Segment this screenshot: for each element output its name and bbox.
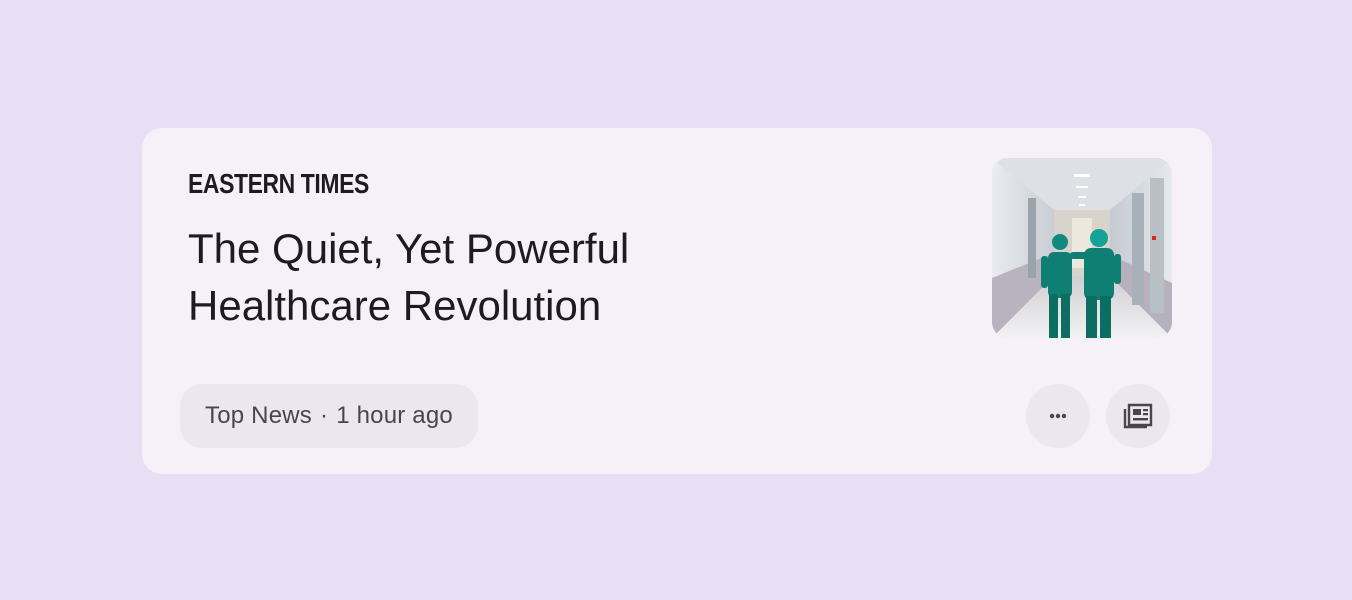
full-coverage-button[interactable] bbox=[1106, 384, 1170, 448]
separator-dot: · bbox=[319, 402, 329, 429]
more-horiz-icon bbox=[1049, 413, 1067, 419]
hospital-corridor-image bbox=[992, 158, 1172, 338]
publisher-name: EASTERN TIMES bbox=[188, 168, 369, 199]
category-label: Top News bbox=[205, 402, 312, 429]
article-thumbnail[interactable] bbox=[992, 158, 1172, 338]
article-headline[interactable]: The Quiet, Yet Powerful Healthcare Revol… bbox=[188, 220, 708, 334]
category-time-chip[interactable]: Top News · 1 hour ago bbox=[180, 384, 478, 448]
timestamp: 1 hour ago bbox=[336, 402, 453, 429]
headline-line-1: The Quiet, Yet Powerful bbox=[188, 225, 630, 272]
more-options-button[interactable] bbox=[1026, 384, 1090, 448]
news-card[interactable]: EASTERN TIMES The Quiet, Yet Powerful He… bbox=[142, 128, 1212, 474]
newspaper-icon bbox=[1123, 403, 1153, 429]
headline-line-2: Healthcare Revolution bbox=[188, 282, 602, 329]
